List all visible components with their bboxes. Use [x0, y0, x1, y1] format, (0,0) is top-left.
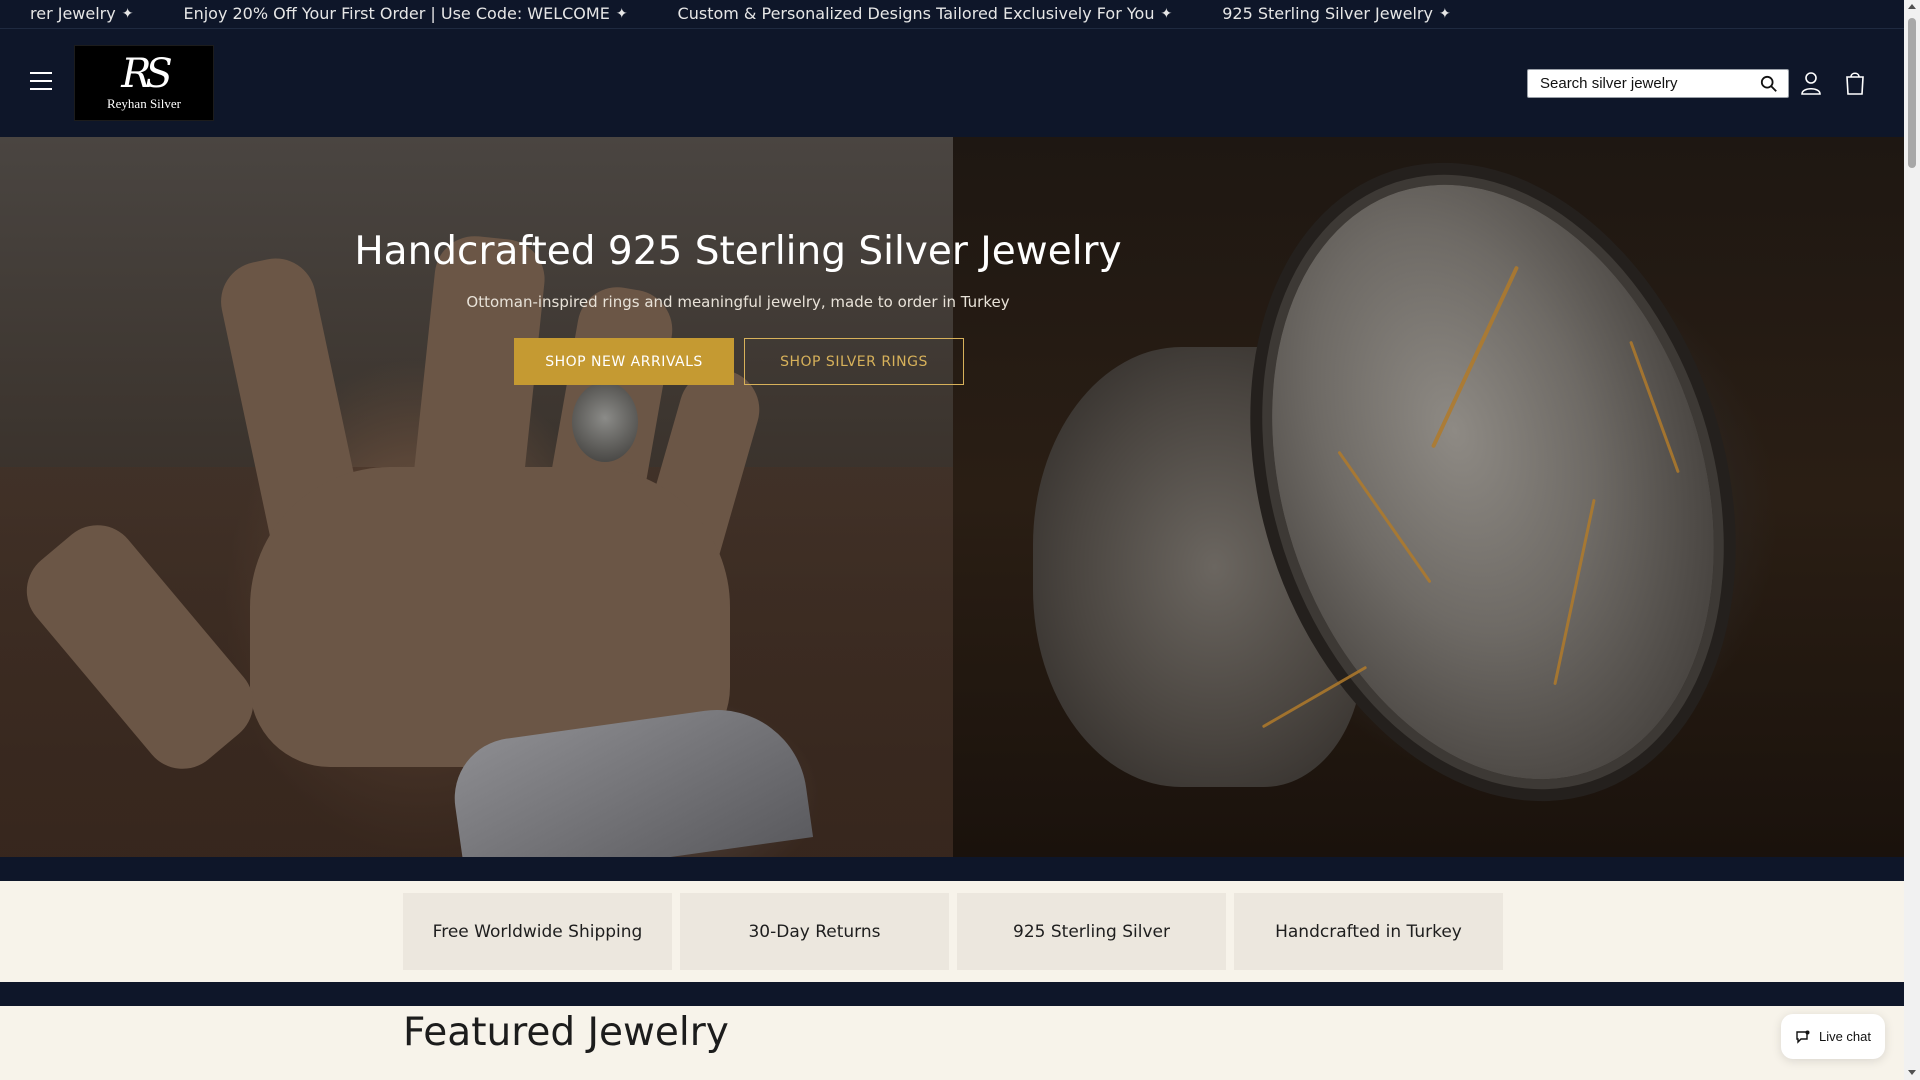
scrollbar-thumb[interactable]: [1908, 18, 1916, 168]
feature-handcrafted: Handcrafted in Turkey: [1234, 893, 1503, 970]
feature-sterling-silver: 925 Sterling Silver: [957, 893, 1226, 970]
account-icon[interactable]: [1799, 70, 1823, 96]
announcement-bar: rer Jewelry ✦ Enjoy 20% Off Your First Or…: [0, 0, 1904, 29]
logo[interactable]: RS Reyhan Silver: [74, 45, 214, 121]
shop-new-arrivals-button[interactable]: SHOP NEW ARRIVALS: [514, 338, 734, 385]
hero-subtitle: Ottoman-inspired rings and meaningful je…: [466, 293, 1010, 311]
sparkle-icon: ✦: [1160, 5, 1173, 22]
announcement-item: rer Jewelry ✦: [30, 4, 133, 23]
hero-title: Handcrafted 925 Sterling Silver Jewelry: [354, 229, 1122, 274]
search-input[interactable]: [1528, 70, 1748, 97]
sparkle-icon: ✦: [1438, 5, 1451, 22]
announcement-text: Custom & Personalized Designs Tailored E…: [677, 4, 1155, 23]
announcement-text: Enjoy 20% Off Your First Order | Use Cod…: [183, 4, 610, 23]
logo-name: Reyhan Silver: [106, 96, 181, 111]
announcement-item: Enjoy 20% Off Your First Order | Use Cod…: [183, 4, 627, 23]
features-bar: Free Worldwide Shipping 30-Day Returns 9…: [0, 881, 1904, 982]
search-icon[interactable]: [1760, 75, 1778, 93]
hero-banner: Handcrafted 925 Sterling Silver Jewelry …: [0, 137, 1904, 857]
cart-icon[interactable]: [1843, 70, 1867, 96]
search-box: [1527, 69, 1789, 98]
scroll-up-arrow-icon[interactable]: [1908, 4, 1916, 9]
featured-section: Featured Jewelry: [0, 1006, 1904, 1080]
announcement-item: 925 Sterling Silver Jewelry ✦: [1222, 4, 1451, 23]
feature-returns: 30-Day Returns: [680, 893, 949, 970]
ring-on-finger: [572, 382, 638, 462]
announcement-item: Custom & Personalized Designs Tailored E…: [678, 4, 1173, 23]
featured-title: Featured Jewelry: [403, 1010, 729, 1055]
announcement-text: rer Jewelry: [30, 4, 116, 23]
section-divider: [0, 982, 1904, 1006]
scroll-down-arrow-icon[interactable]: [1908, 1070, 1916, 1075]
logo-monogram: RS: [121, 51, 172, 97]
sparkle-icon: ✦: [121, 5, 134, 22]
announcement-text: 925 Sterling Silver Jewelry: [1222, 4, 1433, 23]
live-chat-button[interactable]: Live chat: [1781, 1014, 1885, 1059]
site-header: RS Reyhan Silver: [0, 29, 1904, 137]
page-scrollbar[interactable]: [1904, 0, 1920, 1080]
live-chat-label: Live chat: [1818, 1029, 1872, 1044]
chat-icon: [1796, 1030, 1810, 1044]
shop-silver-rings-button[interactable]: SHOP SILVER RINGS: [744, 338, 964, 385]
feature-shipping: Free Worldwide Shipping: [403, 893, 672, 970]
menu-icon[interactable]: [30, 72, 52, 90]
section-divider: [0, 857, 1904, 881]
sparkle-icon: ✦: [615, 5, 628, 22]
